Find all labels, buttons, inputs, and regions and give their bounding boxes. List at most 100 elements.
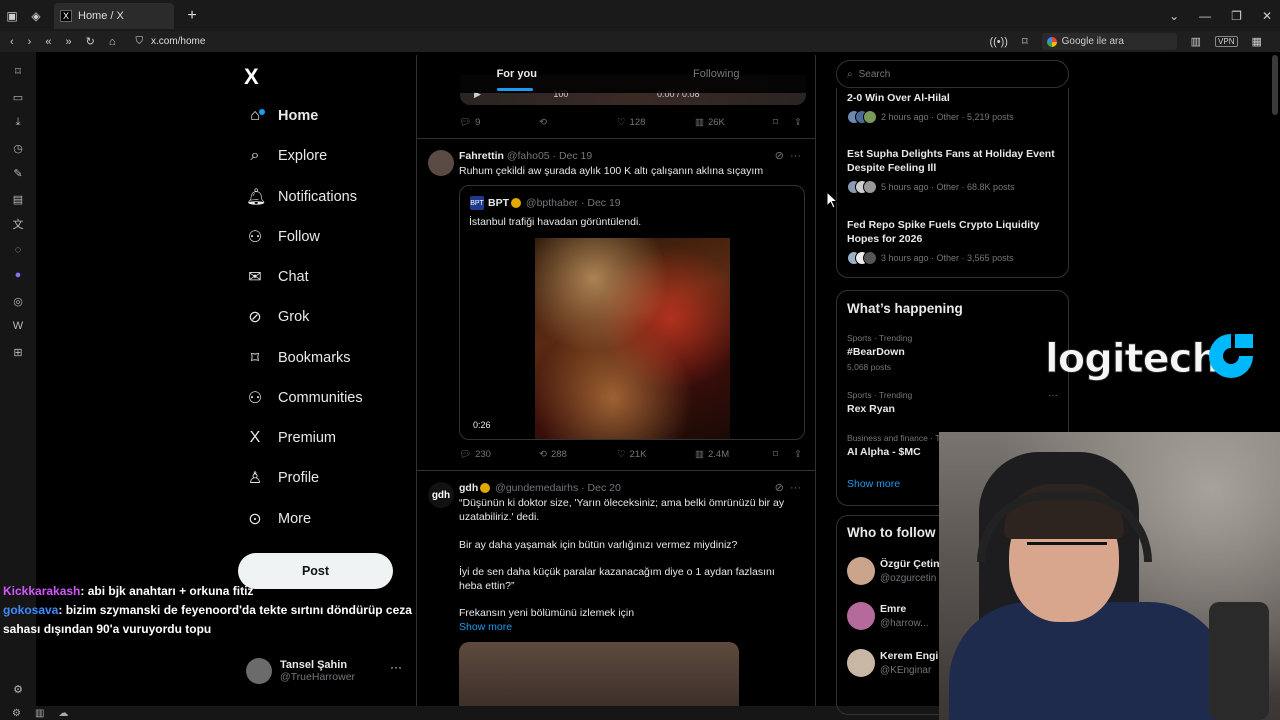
- browser-tab[interactable]: X Home / X: [54, 2, 174, 29]
- history-icon[interactable]: ◷: [11, 141, 25, 155]
- avatar[interactable]: [847, 602, 875, 630]
- more-icon[interactable]: ···: [390, 660, 402, 674]
- mastodon-icon[interactable]: ●: [11, 268, 25, 282]
- traffic-video-thumbnail[interactable]: [535, 238, 730, 439]
- translate-icon[interactable]: 文: [11, 217, 25, 231]
- like-button[interactable]: ♡ 128: [617, 117, 645, 128]
- x-logo[interactable]: X: [244, 64, 259, 90]
- fastforward-icon[interactable]: »: [65, 36, 71, 48]
- follow-name[interactable]: Özgür Çetin: [880, 558, 940, 570]
- vpn-button[interactable]: VPN: [1215, 36, 1238, 47]
- microphone: [1209, 602, 1269, 720]
- nav-grok[interactable]: ⊘ Grok: [246, 302, 309, 332]
- share-icon[interactable]: ⇪: [794, 449, 802, 460]
- avatar[interactable]: [847, 557, 875, 585]
- tweet-date[interactable]: · Dec 20: [581, 482, 621, 494]
- news-title[interactable]: Est Supha Delights Fans at Holiday Event…: [847, 148, 1062, 175]
- show-more-link[interactable]: Show more: [847, 478, 900, 490]
- browser-search-field[interactable]: Google ile ara: [1041, 33, 1177, 50]
- bookmark-page-icon[interactable]: ⌑: [1022, 35, 1028, 48]
- panel-toggle-icon[interactable]: ▥: [35, 708, 44, 719]
- grok-explain-icon[interactable]: ⊘ ···: [775, 149, 801, 162]
- downloads-icon[interactable]: ⤓: [11, 115, 25, 129]
- news-meta-text: 5 hours ago · Other · 68.8K posts: [881, 182, 1015, 192]
- views-button[interactable]: ▥ 2.4M: [695, 449, 729, 460]
- tweet-date[interactable]: · Dec 19: [553, 150, 593, 162]
- account-switcher[interactable]: Tansel Şahin @TrueHarrower ···: [246, 655, 406, 687]
- home-page-icon[interactable]: ⌂: [109, 36, 116, 48]
- nav-home[interactable]: ⌂ Home: [246, 101, 318, 131]
- reply-button[interactable]: 💬︎ 230: [459, 449, 491, 460]
- extensions-icon[interactable]: ▦: [1252, 35, 1262, 48]
- reply-button[interactable]: 💬︎ 9: [459, 117, 480, 128]
- nav-notifications[interactable]: 🔔︎ Notifications: [246, 182, 357, 212]
- follow-name[interactable]: Emre: [880, 603, 906, 615]
- trend-name[interactable]: AI Alpha - $MC: [847, 446, 921, 458]
- news-title[interactable]: 2-0 Win Over Al-Hilal: [847, 92, 1062, 106]
- rewind-icon[interactable]: «: [45, 36, 51, 48]
- tweet-handle[interactable]: @gundemedairhs: [495, 482, 578, 494]
- tweet-handle[interactable]: @faho05: [507, 150, 550, 162]
- tweet-author[interactable]: Fahrettin: [459, 150, 504, 162]
- minimize-button[interactable]: —: [1199, 9, 1211, 23]
- shield-icon[interactable]: ⛉: [135, 36, 143, 47]
- tab-list-icon[interactable]: ⌄: [1169, 9, 1179, 23]
- cloud-icon[interactable]: ☁: [58, 708, 68, 719]
- tweet-author[interactable]: gdh: [459, 482, 478, 494]
- status-settings-icon[interactable]: ⚙: [12, 708, 21, 719]
- close-window-button[interactable]: ✕: [1262, 9, 1272, 23]
- nav-follow[interactable]: ⚇ Follow: [246, 222, 320, 252]
- wikipedia-icon[interactable]: W: [11, 319, 25, 333]
- repost-button[interactable]: ⟲: [539, 117, 547, 128]
- maximize-button[interactable]: ❐: [1231, 9, 1242, 23]
- repost-button[interactable]: ⟲ 288: [539, 449, 567, 460]
- new-tab-button[interactable]: +: [180, 7, 204, 25]
- tab-for-you[interactable]: For you: [417, 55, 617, 93]
- nav-more[interactable]: ⊙ More: [246, 504, 311, 534]
- tweet-media[interactable]: [459, 642, 739, 706]
- show-more-link[interactable]: Show more: [459, 621, 512, 633]
- news-title[interactable]: Fed Repo Spike Fuels Crypto Liquidity Ho…: [847, 219, 1062, 246]
- avatar[interactable]: gdh: [428, 482, 454, 508]
- window-panel-icon[interactable]: ▤: [11, 192, 25, 206]
- extension-icon[interactable]: ▥: [1191, 35, 1201, 48]
- nav-profile[interactable]: ♙ Profile: [246, 463, 319, 493]
- grok-icon: ⊘: [248, 309, 262, 326]
- back-icon[interactable]: ‹: [10, 36, 14, 48]
- nav-chat[interactable]: ✉ Chat: [246, 262, 308, 292]
- trend-more-icon[interactable]: ···: [1048, 390, 1058, 401]
- tab-stack-icon[interactable]: ◈: [24, 4, 48, 28]
- url-field[interactable]: ⛉ x.com/home: [135, 36, 975, 47]
- nav-explore[interactable]: ⌕ Explore: [246, 141, 328, 171]
- views-button[interactable]: ▥ 26K: [695, 117, 725, 128]
- follow-name[interactable]: Kerem Engin: [880, 650, 945, 662]
- avatar[interactable]: [428, 150, 454, 176]
- trend-name[interactable]: Rex Ryan: [847, 403, 895, 415]
- nav-bookmarks[interactable]: ⌑ Bookmarks: [246, 343, 351, 373]
- bookmark-tweet-icon[interactable]: ⌑: [773, 449, 778, 460]
- chat-panel-icon[interactable]: ◌: [11, 243, 25, 257]
- search-input[interactable]: ⌕ Search: [836, 60, 1069, 88]
- avatar[interactable]: [847, 649, 875, 677]
- like-button[interactable]: ♡ 21K: [617, 449, 646, 460]
- forward-icon[interactable]: ›: [28, 36, 32, 48]
- broadcast-icon[interactable]: ((•)): [989, 36, 1008, 48]
- nav-premium-label: Premium: [278, 430, 337, 446]
- add-panel-icon[interactable]: ⊞: [11, 345, 25, 359]
- nav-premium[interactable]: X Premium: [246, 423, 336, 453]
- reading-list-icon[interactable]: ▭: [11, 90, 25, 104]
- nav-communities[interactable]: ⚇ Communities: [246, 383, 363, 413]
- reload-icon[interactable]: ↻: [86, 35, 95, 48]
- notes-icon[interactable]: ✎: [11, 166, 25, 180]
- bookmarks-panel-icon[interactable]: ⌑: [11, 64, 25, 78]
- bookmark-tweet-icon[interactable]: ⌑: [773, 117, 778, 128]
- page-scrollbar[interactable]: [1272, 55, 1278, 115]
- grok-explain-icon[interactable]: ⊘ ···: [775, 481, 801, 494]
- settings-icon[interactable]: ⚙: [11, 682, 25, 696]
- tab-following[interactable]: Following: [617, 55, 816, 93]
- trend-name[interactable]: #BearDown: [847, 346, 905, 358]
- vivaldi-menu-icon[interactable]: ▣: [0, 4, 24, 28]
- web-panel-icon[interactable]: ◎: [11, 294, 25, 308]
- quoted-tweet[interactable]: BPT BPT @bpthaber · Dec 19 İstanbul traf…: [459, 185, 805, 440]
- share-icon[interactable]: ⇪: [794, 117, 802, 128]
